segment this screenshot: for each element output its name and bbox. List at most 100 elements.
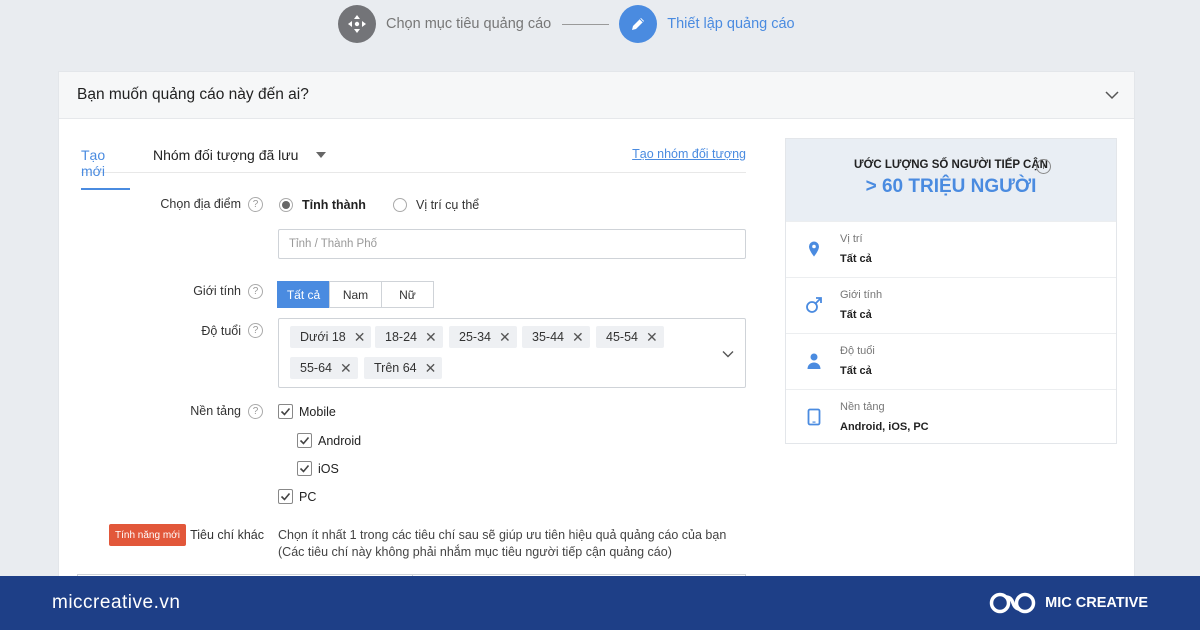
checkbox-pc[interactable]: PC (278, 489, 316, 504)
remove-icon[interactable]: ✕ (425, 329, 437, 346)
footer-banner: miccreative.vn MIC CREATIVE (0, 576, 1200, 630)
tab-saved-label: Nhóm đối tượng đã lưu (153, 147, 299, 163)
step-connector (562, 23, 610, 25)
reach-header: ƯỚC LƯỢNG SỐ NGƯỜI TIẾP CẬN i > 60 TRIỆU… (786, 139, 1116, 221)
remove-icon[interactable]: ✕ (499, 329, 511, 346)
gender-segmented: Tất cả Nam Nữ (277, 281, 434, 308)
reach-row-label: Giới tính (840, 289, 883, 301)
age-chip-label: 35-44 (532, 330, 564, 344)
footer-site[interactable]: miccreative.vn (52, 592, 180, 614)
age-chip-label: Trên 64 (374, 361, 417, 375)
checkbox-android-label: Android (318, 433, 362, 448)
other-line1: Chọn ít nhất 1 trong các tiêu chí sau sẽ… (278, 528, 727, 542)
reach-row-gender: Giới tính Tất cả (786, 277, 1116, 333)
radio-province[interactable]: Tỉnh thành (279, 198, 366, 212)
step2-pencil-icon[interactable] (619, 5, 658, 43)
radio-checked-icon (279, 198, 293, 212)
card-header[interactable]: Bạn muốn quảng cáo này đến ai? (59, 72, 1134, 119)
tablet-icon (807, 408, 821, 426)
audience-tabs: Tạo mới Nhóm đối tượng đã lưu Tạo nhóm đ… (81, 139, 746, 190)
age-chip-label: 55-64 (300, 361, 332, 375)
other-criteria-description: Chọn ít nhất 1 trong các tiêu chí sau sẽ… (278, 527, 726, 561)
age-chip: Dưới 18 ✕ (290, 326, 372, 348)
age-chip: Trên 64 ✕ (364, 357, 443, 379)
reach-row-value: Tất cả (840, 365, 872, 377)
gender-label: Giới tính (193, 284, 241, 298)
gender-male-button[interactable]: Nam (329, 281, 382, 308)
age-chip: 35-44 ✕ (522, 326, 590, 348)
remove-icon[interactable]: ✕ (354, 329, 366, 346)
tab-new[interactable]: Tạo mới (81, 147, 130, 190)
create-group-link[interactable]: Tạo nhóm đối tượng (632, 147, 746, 161)
reach-row-label: Nền tảng (840, 401, 885, 413)
remove-icon[interactable]: ✕ (340, 360, 352, 377)
remove-icon[interactable]: ✕ (646, 329, 658, 346)
radio-specific-label: Vị trí cụ thể (416, 198, 480, 212)
other-line2: (Các tiêu chí này không phải nhắm mục ti… (278, 545, 672, 559)
person-icon (807, 353, 821, 369)
reach-row-label: Vị trí (840, 233, 863, 245)
checkbox-mobile-label: Mobile (299, 404, 336, 419)
tab-saved-audience[interactable]: Nhóm đối tượng đã lưu (153, 147, 327, 163)
radio-unchecked-icon (393, 198, 407, 212)
male-icon (806, 297, 822, 313)
remove-icon[interactable]: ✕ (425, 360, 437, 377)
step2-label[interactable]: Thiết lập quảng cáo (667, 16, 794, 32)
help-icon[interactable]: ? (248, 404, 263, 419)
reach-row-platform: Nền tảng Android, iOS, PC (786, 389, 1116, 445)
reach-row-value: Android, iOS, PC (840, 421, 929, 433)
brand-logo-icon (989, 592, 1036, 614)
gender-female-button[interactable]: Nữ (381, 281, 434, 308)
remove-icon[interactable]: ✕ (572, 329, 584, 346)
checkbox-checked-icon (297, 433, 312, 448)
radio-specific[interactable]: Vị trí cụ thể (393, 198, 479, 212)
reach-row-label: Độ tuổi (840, 345, 875, 357)
help-icon[interactable]: ? (248, 323, 263, 338)
reach-value: > 60 TRIỆU NGƯỜI (865, 176, 1037, 197)
age-select[interactable]: Dưới 18 ✕ 18-24 ✕ 25-34 ✕ 35-44 ✕ 45-54 ✕ 55-… (278, 318, 746, 388)
age-chip: 18-24 ✕ (375, 326, 443, 348)
location-label: Chọn địa điểm (160, 197, 241, 211)
checkbox-checked-icon (278, 404, 293, 419)
footer-brand-name: MIC CREATIVE (1045, 595, 1148, 611)
help-icon[interactable]: ? (248, 284, 263, 299)
age-chip: 25-34 ✕ (449, 326, 517, 348)
reach-row-age: Độ tuổi Tất cả (786, 333, 1116, 389)
gender-all-button[interactable]: Tất cả (277, 281, 330, 308)
age-label: Độ tuổi (201, 324, 241, 338)
audience-card: Bạn muốn quảng cáo này đến ai? Tạo mới N… (58, 71, 1135, 595)
age-chip: 55-64 ✕ (290, 357, 358, 379)
checkbox-checked-icon (297, 461, 312, 476)
card-title: Bạn muốn quảng cáo này đến ai? (77, 86, 309, 103)
checkbox-ios-label: iOS (318, 461, 339, 476)
province-input[interactable]: Tỉnh / Thành Phố (278, 229, 746, 259)
reach-estimate-panel: ƯỚC LƯỢNG SỐ NGƯỜI TIẾP CẬN i > 60 TRIỆU… (785, 138, 1117, 444)
chevron-down-icon[interactable] (721, 347, 735, 361)
checkbox-ios[interactable]: iOS (297, 461, 339, 476)
location-pin-icon (809, 241, 819, 257)
checkbox-mobile[interactable]: Mobile (278, 404, 336, 419)
age-chip-label: 25-34 (459, 330, 491, 344)
radio-province-label: Tỉnh thành (302, 198, 366, 212)
step1-icon[interactable] (338, 5, 376, 43)
checkbox-pc-label: PC (299, 489, 317, 504)
other-criteria-label: Tiêu chí khác (190, 528, 264, 542)
help-icon[interactable]: ? (248, 197, 263, 212)
checkbox-android[interactable]: Android (297, 433, 361, 448)
caret-down-icon (316, 152, 327, 158)
info-icon[interactable]: i (1036, 159, 1051, 174)
age-chip-label: 45-54 (606, 330, 638, 344)
reach-row-value: Tất cả (840, 253, 872, 265)
stepper: Chọn mục tiêu quảng cáo Thiết lập quảng … (338, 5, 795, 43)
chevron-down-icon[interactable] (1104, 87, 1120, 103)
step1-label[interactable]: Chọn mục tiêu quảng cáo (386, 16, 551, 32)
checkbox-checked-icon (278, 489, 293, 504)
reach-title: ƯỚC LƯỢNG SỐ NGƯỜI TIẾP CẬN (854, 159, 1048, 171)
age-chip-label: Dưới 18 (300, 330, 346, 344)
age-chip: 45-54 ✕ (596, 326, 664, 348)
platform-label: Nền tảng (190, 404, 241, 418)
province-placeholder: Tỉnh / Thành Phố (289, 238, 378, 250)
reach-row-location: Vị trí Tất cả (786, 221, 1116, 277)
reach-row-value: Tất cả (840, 309, 872, 321)
footer-brand: MIC CREATIVE (989, 588, 1148, 618)
